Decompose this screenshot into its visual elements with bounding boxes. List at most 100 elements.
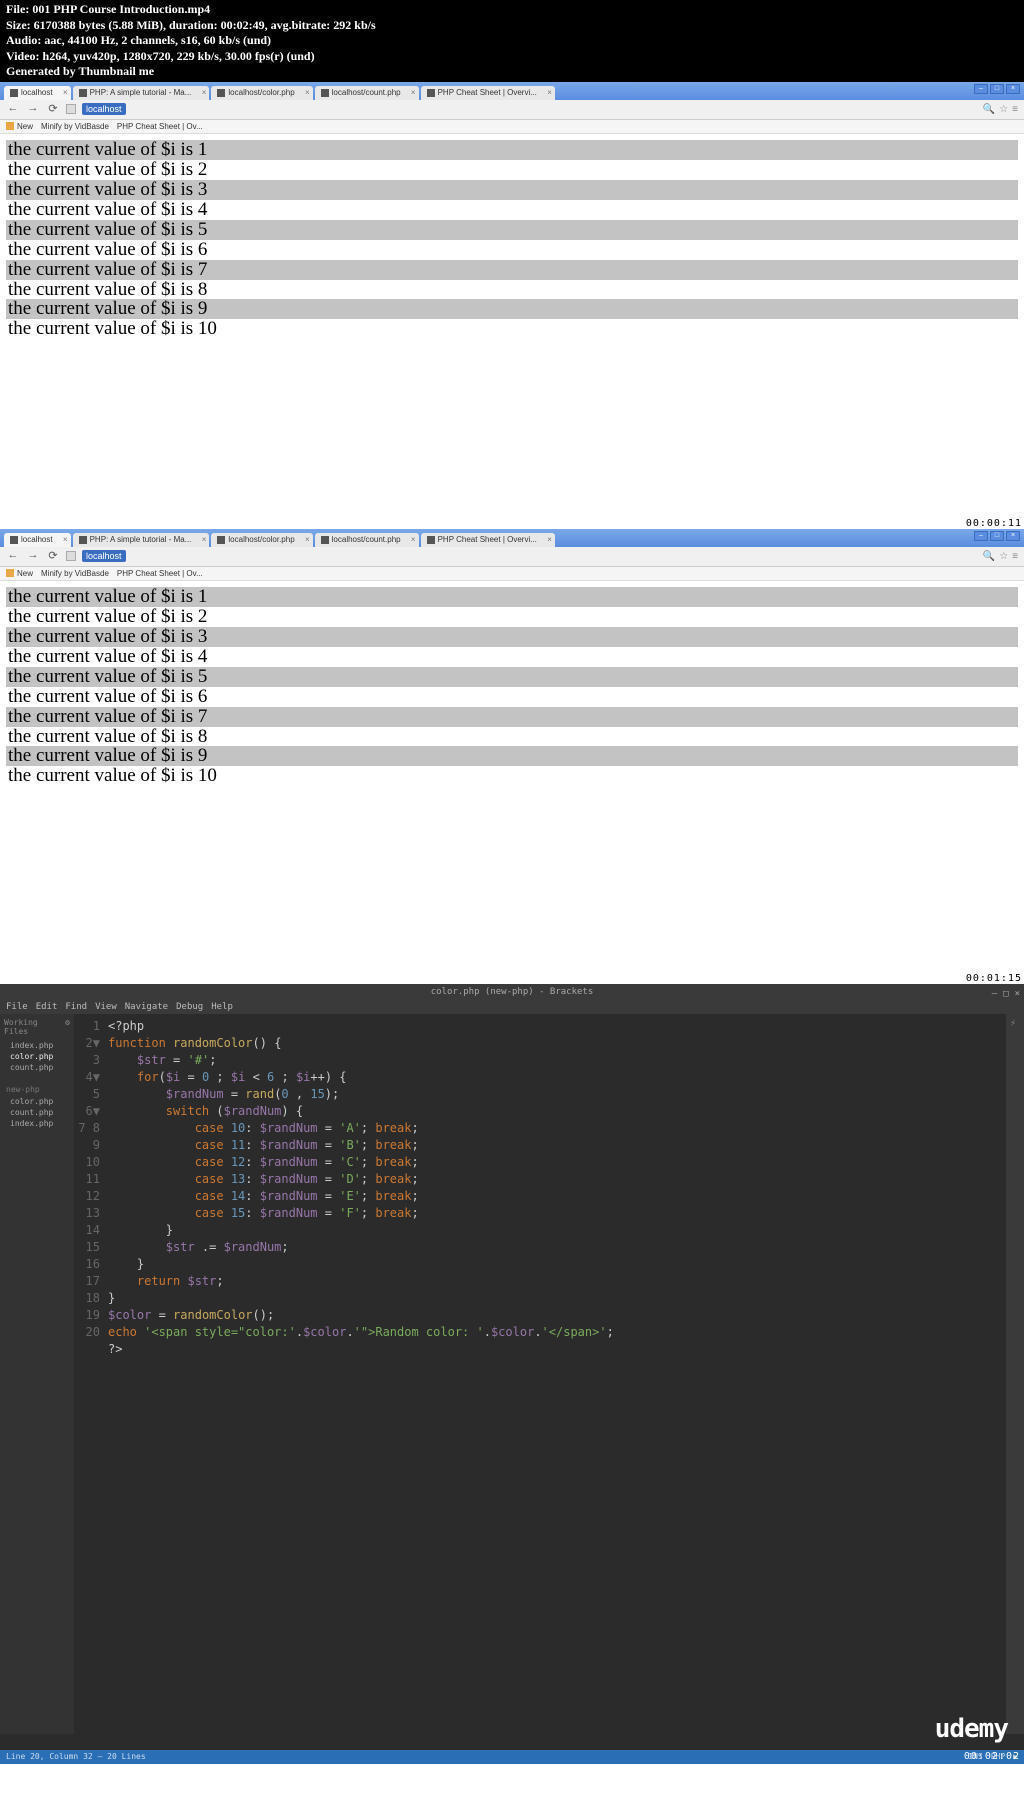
output-line: the current value of $i is 3	[6, 627, 1018, 647]
favicon-icon	[79, 89, 87, 97]
timestamp: 00:00:11	[966, 518, 1022, 529]
favicon-icon	[79, 536, 87, 544]
output-line: the current value of $i is 9	[6, 746, 1018, 766]
star-icon[interactable]: ☆	[999, 104, 1008, 115]
output-line: the current value of $i is 1	[6, 587, 1018, 607]
close-button[interactable]: ×	[1015, 986, 1020, 1002]
close-icon[interactable]: ×	[305, 535, 310, 544]
forward-button[interactable]: →	[26, 102, 40, 116]
sidebar-file[interactable]: count.php	[4, 1107, 70, 1118]
project-name[interactable]: new-php	[4, 1083, 70, 1096]
menu-item[interactable]: Find	[65, 1002, 87, 1012]
back-button[interactable]: ←	[6, 549, 20, 563]
browser-tab[interactable]: localhost/color.php ×	[211, 86, 312, 100]
output-line: the current value of $i is 7	[6, 260, 1018, 280]
live-preview-icon[interactable]: ⚡	[1006, 1014, 1024, 1033]
close-icon[interactable]: ×	[202, 88, 207, 97]
favicon-icon	[321, 536, 329, 544]
editor-menubar: File Edit Find View Navigate Debug Help	[0, 1000, 1024, 1014]
menu-item[interactable]: View	[95, 1002, 117, 1012]
menu-item[interactable]: Edit	[36, 1002, 58, 1012]
browser-tab[interactable]: PHP Cheat Sheet | Overvi... ×	[421, 533, 555, 547]
tab-label: localhost/color.php	[228, 88, 294, 97]
folder-icon	[6, 122, 14, 130]
file-info-line: Video: h264, yuv420p, 1280x720, 229 kb/s…	[6, 49, 1018, 65]
tab-label: localhost/count.php	[332, 88, 401, 97]
tab-label: localhost	[21, 535, 53, 544]
close-icon[interactable]: ×	[411, 88, 416, 97]
menu-item[interactable]: File	[6, 1002, 28, 1012]
bookmark-item[interactable]: Minify by VidBasde	[41, 569, 109, 578]
folder-icon	[6, 569, 14, 577]
favicon-icon	[217, 536, 225, 544]
url-bar[interactable]: localhost	[82, 103, 126, 115]
output-line: the current value of $i is 8	[6, 727, 1018, 747]
browser-tab[interactable]: PHP: A simple tutorial - Ma...×	[73, 86, 210, 100]
output-line: the current value of $i is 6	[6, 240, 1018, 260]
output-line: the current value of $i is 4	[6, 200, 1018, 220]
maximize-button[interactable]: □	[990, 531, 1004, 541]
menu-icon[interactable]: ≡	[1012, 104, 1018, 115]
sidebar-file[interactable]: color.php	[4, 1096, 70, 1107]
star-icon[interactable]: ☆	[999, 551, 1008, 562]
bookmark-item[interactable]: New	[6, 122, 33, 131]
close-button[interactable]: ×	[1006, 84, 1020, 94]
tab-label: localhost	[21, 88, 53, 97]
browser-tab[interactable]: localhost ×	[4, 533, 71, 547]
file-info-header: File: 001 PHP Course Introduction.mp4 Si…	[0, 0, 1024, 82]
window-controls: – □ ×	[974, 84, 1020, 94]
output-line: the current value of $i is 9	[6, 299, 1018, 319]
menu-item[interactable]: Help	[211, 1002, 233, 1012]
page-icon	[66, 551, 76, 561]
bookmark-item[interactable]: Minify by VidBasde	[41, 122, 109, 131]
code-editor: color.php (new-php) - Brackets – □ × Fil…	[0, 984, 1024, 1764]
search-icon[interactable]: 🔍	[983, 104, 995, 115]
timestamp: 00:01:15	[966, 973, 1022, 984]
url-bar[interactable]: localhost	[82, 550, 126, 562]
menu-item[interactable]: Navigate	[125, 1002, 168, 1012]
sidebar-file[interactable]: index.php	[4, 1040, 70, 1051]
bookmark-item[interactable]: New	[6, 569, 33, 578]
reload-button[interactable]: ⟳	[46, 549, 60, 563]
sidebar-file[interactable]: color.php	[4, 1051, 70, 1062]
browser-tab[interactable]: PHP: A simple tutorial - Ma...×	[73, 533, 210, 547]
close-icon[interactable]: ×	[411, 535, 416, 544]
output-line: the current value of $i is 4	[6, 647, 1018, 667]
right-gutter: ⚡	[1006, 1014, 1024, 1734]
maximize-button[interactable]: □	[990, 84, 1004, 94]
browser-tab[interactable]: localhost/count.php ×	[315, 86, 419, 100]
browser-tab[interactable]: localhost ×	[4, 86, 71, 100]
code-text[interactable]: <?php function randomColor() { $str = '#…	[108, 1014, 1006, 1734]
bookmark-item[interactable]: PHP Cheat Sheet | Ov...	[117, 569, 203, 578]
menu-item[interactable]: Debug	[176, 1002, 203, 1012]
minimize-button[interactable]: –	[992, 986, 997, 1002]
gear-icon[interactable]: ⚙	[65, 1018, 70, 1036]
browser-tab[interactable]: localhost/count.php×	[315, 533, 419, 547]
close-icon[interactable]: ×	[63, 535, 68, 544]
close-icon[interactable]: ×	[63, 88, 68, 97]
close-button[interactable]: ×	[1006, 531, 1020, 541]
forward-button[interactable]: →	[26, 549, 40, 563]
close-icon[interactable]: ×	[202, 535, 207, 544]
bookmark-item[interactable]: PHP Cheat Sheet | Ov...	[117, 122, 203, 131]
minimize-button[interactable]: –	[974, 84, 988, 94]
reload-button[interactable]: ⟳	[46, 102, 60, 116]
code-area[interactable]: 1 2▼ 3 4▼ 5 6▼ 7 8 9 10 11 12 13 14 15 1…	[74, 1014, 1006, 1734]
status-left: Line 20, Column 32 — 20 Lines	[6, 1752, 146, 1761]
favicon-icon	[217, 89, 225, 97]
browser-tab[interactable]: PHP Cheat Sheet | Overvi...×	[421, 86, 555, 100]
minimize-button[interactable]: –	[974, 531, 988, 541]
tab-label: PHP Cheat Sheet | Overvi...	[438, 535, 537, 544]
close-icon[interactable]: ×	[547, 535, 552, 544]
sidebar-file[interactable]: count.php	[4, 1062, 70, 1073]
back-button[interactable]: ←	[6, 102, 20, 116]
output-line: the current value of $i is 10	[6, 766, 1018, 786]
close-icon[interactable]: ×	[305, 88, 310, 97]
browser-tab[interactable]: localhost/color.php×	[211, 533, 312, 547]
menu-icon[interactable]: ≡	[1012, 551, 1018, 562]
sidebar-file[interactable]: index.php	[4, 1118, 70, 1129]
search-icon[interactable]: 🔍	[983, 551, 995, 562]
close-icon[interactable]: ×	[547, 88, 552, 97]
favicon-icon	[427, 536, 435, 544]
maximize-button[interactable]: □	[1003, 986, 1008, 1002]
